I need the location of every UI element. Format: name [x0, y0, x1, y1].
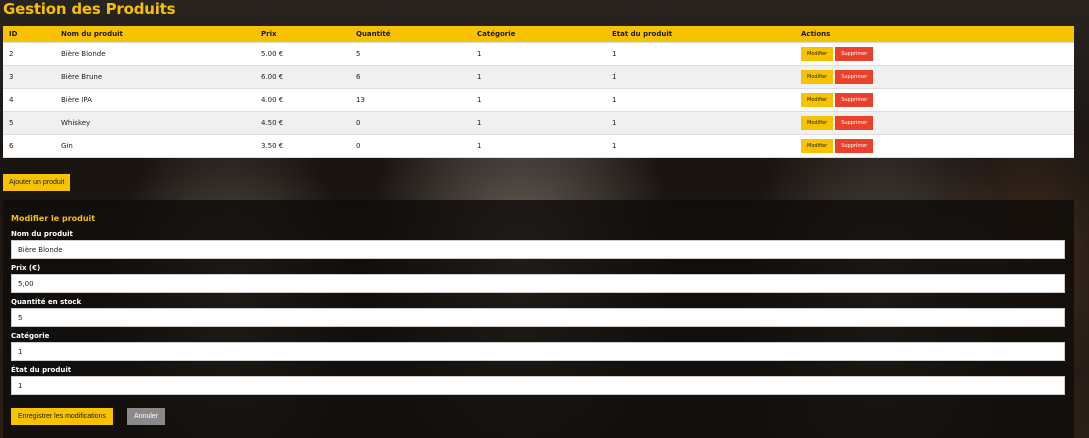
cell-state: 1 [606, 134, 795, 158]
cell-price: 5.00 € [255, 42, 350, 66]
table-header-row: ID Nom du produit Prix Quantité Catégori… [3, 26, 1074, 43]
cell-price: 6.00 € [255, 65, 350, 89]
delete-button[interactable]: Supprimer [835, 138, 874, 153]
cell-actions: Modifier Supprimer [795, 111, 1074, 135]
category-label: Catégorie [11, 332, 50, 340]
cell-qty: 13 [350, 88, 471, 112]
cell-name: Gin [55, 134, 255, 158]
header-actions: Actions [795, 26, 1074, 43]
table-row: 6 Gin 3.50 € 0 1 1 Modifier Supprimer [3, 134, 1074, 158]
cell-state: 1 [606, 65, 795, 89]
cell-actions: Modifier Supprimer [795, 88, 1074, 112]
cell-actions: Modifier Supprimer [795, 134, 1074, 158]
cell-state: 1 [606, 88, 795, 112]
name-field[interactable] [11, 240, 1065, 259]
header-category: Catégorie [471, 26, 606, 43]
quantity-field[interactable] [11, 308, 1065, 327]
cell-qty: 6 [350, 65, 471, 89]
cell-state: 1 [606, 111, 795, 135]
cell-actions: Modifier Supprimer [795, 42, 1074, 66]
edit-button[interactable]: Modifier [801, 138, 834, 153]
cell-id: 4 [3, 88, 55, 112]
header-name: Nom du produit [55, 26, 255, 43]
delete-button[interactable]: Supprimer [835, 92, 874, 107]
state-field[interactable] [11, 376, 1065, 395]
cell-id: 3 [3, 65, 55, 89]
cell-qty: 0 [350, 134, 471, 158]
edit-button[interactable]: Modifier [801, 69, 834, 84]
edit-button[interactable]: Modifier [801, 46, 834, 61]
cell-category: 1 [471, 88, 606, 112]
cell-id: 2 [3, 42, 55, 66]
save-button[interactable]: Enregistrer les modifications [11, 408, 113, 425]
cell-id: 5 [3, 111, 55, 135]
cell-category: 1 [471, 111, 606, 135]
table-row: 2 Bière Blonde 5.00 € 5 1 1 Modifier Supp… [3, 42, 1074, 66]
header-state: Etat du produit [606, 26, 795, 43]
cell-state: 1 [606, 42, 795, 66]
cell-qty: 5 [350, 42, 471, 66]
state-label: État du produit [11, 366, 72, 374]
header-qty: Quantité [350, 26, 471, 43]
cell-category: 1 [471, 42, 606, 66]
form-title: Modifier le produit [11, 214, 96, 223]
cancel-button[interactable]: Annuler [127, 408, 166, 425]
header-id: ID [3, 26, 55, 43]
price-label: Prix (€) [11, 264, 41, 272]
table-row: 3 Bière Brune 6.00 € 6 1 1 Modifier Suppr… [3, 65, 1074, 89]
cell-price: 4.50 € [255, 111, 350, 135]
quantity-label: Quantité en stock [11, 298, 82, 306]
cell-price: 3.50 € [255, 134, 350, 158]
page-title: Gestion des Produits [3, 0, 176, 18]
cell-category: 1 [471, 65, 606, 89]
cell-name: Bière Brune [55, 65, 255, 89]
table-row: 4 Bière IPA 4.00 € 13 1 1 Modifier Suppri… [3, 88, 1074, 112]
category-field[interactable] [11, 342, 1065, 361]
edit-button[interactable]: Modifier [801, 92, 834, 107]
cell-category: 1 [471, 134, 606, 158]
edit-product-form: Modifier le produit Nom du produit Prix … [3, 200, 1074, 438]
name-label: Nom du produit [11, 230, 73, 238]
cell-price: 4.00 € [255, 88, 350, 112]
delete-button[interactable]: Supprimer [835, 115, 874, 130]
cell-name: Bière IPA [55, 88, 255, 112]
cell-name: Whiskey [55, 111, 255, 135]
add-product-button[interactable]: Ajouter un produit [3, 174, 71, 191]
price-field[interactable] [11, 274, 1065, 293]
cell-id: 6 [3, 134, 55, 158]
table-row: 5 Whiskey 4.50 € 0 1 1 Modifier Supprimer [3, 111, 1074, 135]
cell-actions: Modifier Supprimer [795, 65, 1074, 89]
products-table: ID Nom du produit Prix Quantité Catégori… [3, 26, 1074, 158]
cell-name: Bière Blonde [55, 42, 255, 66]
header-price: Prix [255, 26, 350, 43]
edit-button[interactable]: Modifier [801, 115, 834, 130]
cell-qty: 0 [350, 111, 471, 135]
delete-button[interactable]: Supprimer [835, 69, 874, 84]
delete-button[interactable]: Supprimer [835, 46, 874, 61]
